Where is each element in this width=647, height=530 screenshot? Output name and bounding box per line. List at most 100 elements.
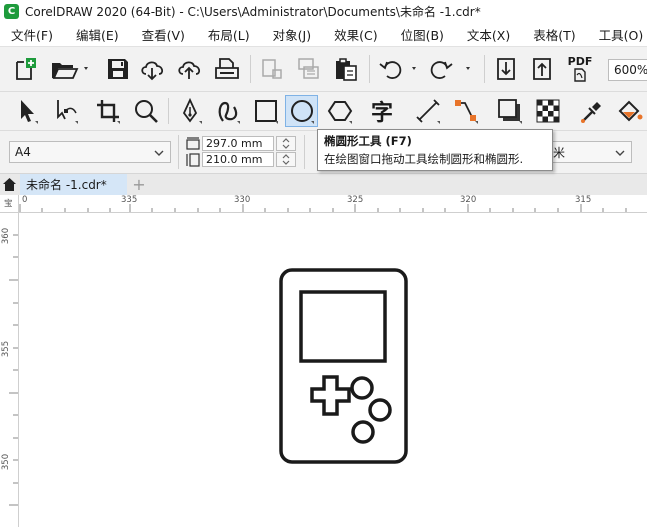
menu-bitmaps[interactable]: 位图(B) bbox=[390, 25, 456, 44]
menu-effects[interactable]: 效果(C) bbox=[323, 25, 389, 44]
toolbar-separator bbox=[484, 55, 485, 83]
crop-icon bbox=[97, 100, 120, 124]
vertical-ruler-ticks bbox=[9, 234, 18, 506]
page-size-select[interactable]: A4 bbox=[9, 141, 171, 163]
pen-tool[interactable] bbox=[174, 96, 206, 126]
paste-button[interactable] bbox=[331, 56, 361, 82]
ellipse-tool[interactable] bbox=[285, 95, 318, 127]
toolbar-separator bbox=[369, 55, 370, 83]
polygon-tool[interactable] bbox=[324, 96, 356, 126]
game-console-drawing[interactable] bbox=[19, 213, 647, 527]
button-right bbox=[368, 398, 392, 422]
chevron-down-icon bbox=[154, 150, 164, 156]
vruler-label: 355 bbox=[1, 340, 12, 358]
save-button[interactable] bbox=[104, 56, 132, 82]
publish-pdf-button[interactable]: PDF bbox=[564, 53, 596, 85]
page-width-icon bbox=[186, 137, 200, 150]
zoom-tool[interactable] bbox=[130, 96, 162, 126]
zoom-level-input[interactable]: 600% bbox=[608, 59, 647, 81]
open-document-button[interactable] bbox=[49, 56, 93, 82]
redo-button[interactable] bbox=[428, 56, 476, 82]
page-height-icon bbox=[186, 153, 200, 167]
toolbar-separator bbox=[304, 135, 305, 169]
export-button[interactable] bbox=[294, 56, 324, 82]
menu-edit[interactable]: 编辑(E) bbox=[65, 25, 131, 44]
hruler-label: 335 bbox=[121, 195, 138, 205]
toolbar-separator bbox=[250, 55, 251, 83]
page-size-value: A4 bbox=[15, 145, 31, 159]
standard-toolbar: PDF 600% bbox=[0, 47, 647, 92]
units-value: 米 bbox=[553, 145, 566, 160]
home-icon bbox=[3, 178, 16, 191]
ruler-corner[interactable]: 宝 bbox=[0, 195, 19, 213]
pick-tool[interactable] bbox=[10, 96, 42, 126]
printer-icon bbox=[215, 58, 239, 79]
paint-bucket-icon bbox=[618, 100, 643, 122]
chevron-down-icon bbox=[615, 150, 625, 156]
units-select[interactable]: 米 bbox=[540, 141, 632, 163]
hruler-label: 330 bbox=[234, 195, 251, 205]
undo-icon bbox=[379, 61, 416, 79]
hruler-label: 315 bbox=[575, 195, 592, 205]
import-button[interactable] bbox=[258, 56, 286, 82]
redo-icon bbox=[430, 61, 470, 79]
hruler-label: 0 bbox=[22, 195, 28, 205]
document-tab-label: 未命名 -1.cdr* bbox=[26, 178, 107, 192]
pdf-label: PDF bbox=[567, 55, 593, 68]
export-arrow-icon bbox=[533, 58, 551, 80]
menu-layout[interactable]: 布局(L) bbox=[197, 25, 262, 44]
home-tab-button[interactable] bbox=[2, 177, 17, 192]
connector-tool[interactable] bbox=[450, 96, 482, 126]
folder-open-icon bbox=[52, 63, 88, 79]
checkerboard-icon bbox=[536, 99, 560, 123]
page-height-spinner[interactable] bbox=[276, 152, 296, 167]
cloud-upload-button[interactable] bbox=[175, 56, 205, 82]
button-bottom bbox=[351, 420, 375, 444]
new-document-button[interactable] bbox=[11, 56, 39, 82]
dpad-cross bbox=[310, 375, 351, 416]
toolbar-separator bbox=[168, 98, 169, 124]
menu-text[interactable]: 文本(X) bbox=[456, 25, 522, 44]
hexagon-icon bbox=[327, 101, 353, 124]
add-document-tab-button[interactable]: + bbox=[130, 175, 148, 194]
interactive-fill-tool[interactable] bbox=[614, 96, 646, 126]
console-screen bbox=[299, 290, 387, 363]
vertical-ruler[interactable]: 360 355 350 bbox=[0, 195, 19, 527]
export-icon bbox=[298, 58, 319, 79]
menu-view[interactable]: 查看(V) bbox=[131, 25, 197, 44]
drop-shadow-tool[interactable] bbox=[494, 96, 526, 126]
cloud-download-button[interactable] bbox=[138, 56, 168, 82]
ruler-corner-icon: 宝 bbox=[4, 199, 13, 209]
horizontal-ruler[interactable]: 0 335 330 325 320 315 bbox=[18, 195, 647, 213]
drawing-canvas[interactable] bbox=[19, 213, 647, 527]
parallel-dimension-tool[interactable] bbox=[412, 96, 444, 126]
document-tab[interactable]: 未命名 -1.cdr* bbox=[20, 174, 127, 195]
magnifier-icon bbox=[135, 100, 158, 123]
connector-icon bbox=[455, 100, 478, 124]
page-height-input[interactable]: 210.0 mm bbox=[202, 152, 274, 167]
export-file-button[interactable] bbox=[528, 56, 556, 82]
menu-table[interactable]: 表格(T) bbox=[522, 25, 587, 44]
dimension-line-icon bbox=[416, 99, 440, 124]
arrow-pointer-icon bbox=[21, 100, 38, 124]
menu-tools[interactable]: 工具(O) bbox=[588, 25, 647, 44]
import-icon bbox=[262, 59, 282, 79]
color-eyedropper-tool[interactable] bbox=[576, 96, 608, 126]
menu-object[interactable]: 对象(J) bbox=[262, 25, 323, 44]
new-document-icon bbox=[16, 58, 36, 80]
menu-bar: 文件(F) 编辑(E) 查看(V) 布局(L) 对象(J) 效果(C) 位图(B… bbox=[0, 22, 647, 47]
pen-nib-icon bbox=[182, 97, 202, 124]
print-button[interactable] bbox=[212, 56, 242, 82]
import-file-button[interactable] bbox=[492, 56, 520, 82]
crop-tool[interactable] bbox=[92, 96, 124, 126]
shape-tool[interactable] bbox=[50, 96, 82, 126]
text-tool[interactable]: 字 bbox=[366, 96, 398, 126]
rectangle-tool[interactable] bbox=[250, 96, 282, 126]
page-width-spinner[interactable] bbox=[276, 136, 296, 151]
artistic-media-tool[interactable] bbox=[212, 96, 244, 126]
undo-button[interactable] bbox=[376, 56, 420, 82]
menu-file[interactable]: 文件(F) bbox=[0, 25, 65, 44]
page-width-input[interactable]: 297.0 mm bbox=[202, 136, 274, 151]
transparency-tool[interactable] bbox=[532, 96, 564, 126]
spinner-arrows-icon bbox=[282, 138, 290, 149]
